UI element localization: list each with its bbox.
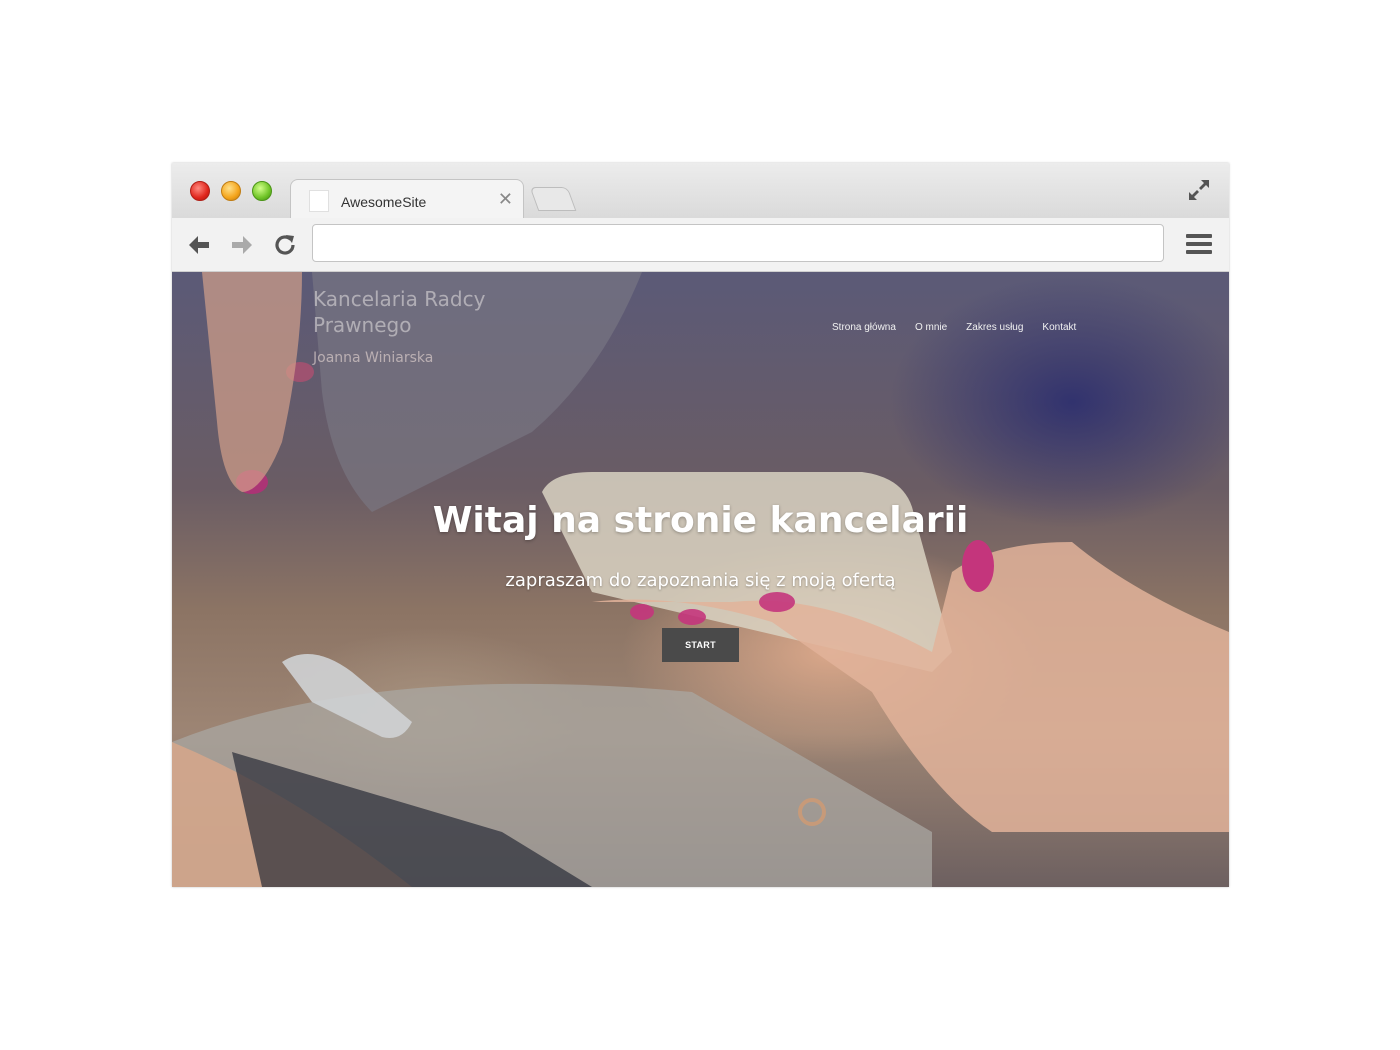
minimize-window-icon[interactable] [221,181,241,201]
reload-icon[interactable] [272,232,298,258]
back-arrow-icon[interactable] [186,232,212,258]
new-tab-button[interactable] [529,187,577,211]
browser-window: AwesomeSite ✕ Kancelaria Radcy Prawnego … [172,163,1229,887]
site-brand-subtitle: Joanna Winiarska [313,350,434,366]
start-button[interactable]: START [662,628,739,662]
nav-link-about[interactable]: O mnie [915,322,947,333]
menu-icon[interactable] [1186,234,1212,256]
maximize-window-icon[interactable] [252,181,272,201]
site-navigation: Strona główna O mnie Zakres usług Kontak… [832,322,1076,333]
tab-title: AwesomeSite [341,194,427,210]
browser-toolbar [172,218,1229,272]
favicon-icon [309,190,329,212]
close-window-icon[interactable] [190,181,210,201]
forward-arrow-icon[interactable] [229,232,255,258]
hero-subtitle: zapraszam do zapoznania się z moją ofert… [505,570,896,591]
address-bar[interactable] [312,224,1164,262]
page-viewport: Kancelaria Radcy Prawnego Joanna Winiars… [172,272,1229,887]
tab-close-icon[interactable]: ✕ [498,189,513,209]
nav-link-services[interactable]: Zakres usług [966,322,1023,333]
hero-title: Witaj na stronie kancelarii [432,500,969,541]
nav-link-home[interactable]: Strona główna [832,322,896,333]
tab-bar: AwesomeSite ✕ [172,163,1229,220]
expand-icon[interactable] [1187,178,1211,202]
site-brand-title[interactable]: Kancelaria Radcy Prawnego [313,286,523,338]
nav-link-contact[interactable]: Kontakt [1042,322,1076,333]
browser-tab[interactable]: AwesomeSite ✕ [290,179,524,220]
